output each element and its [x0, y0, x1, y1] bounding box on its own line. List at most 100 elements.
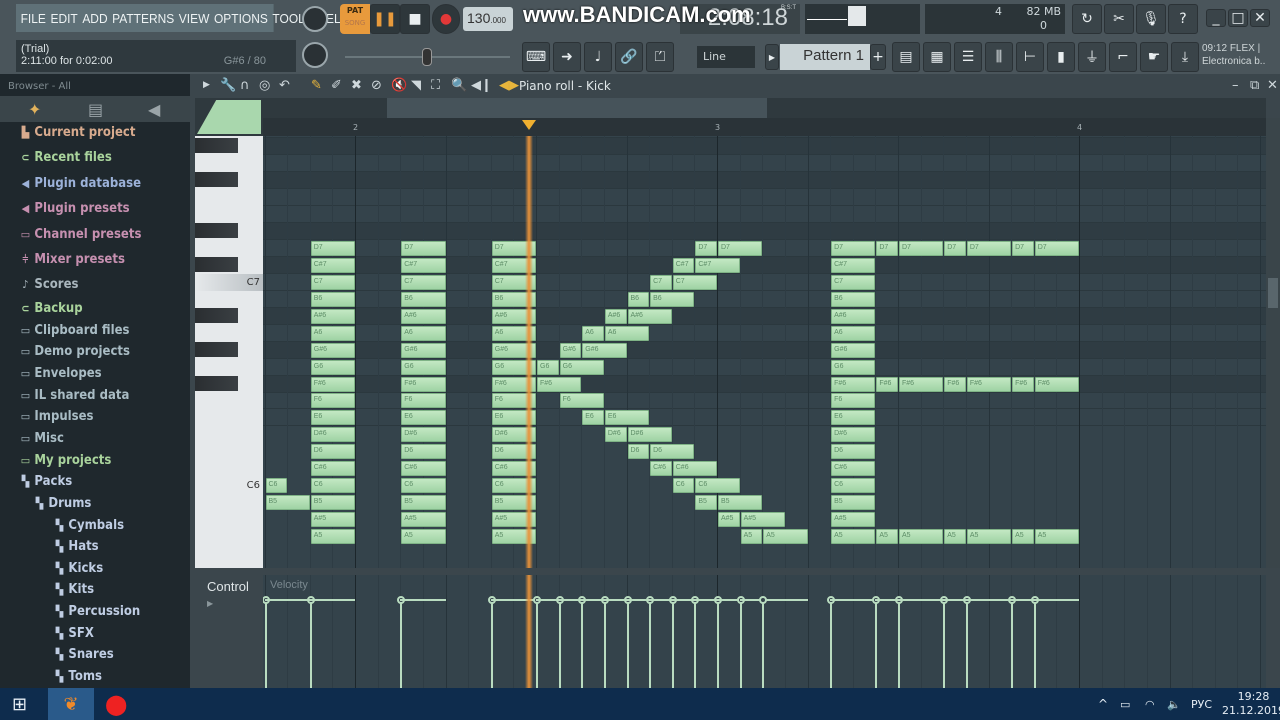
minimize-button[interactable]: _ [1206, 9, 1226, 27]
note[interactable]: F#6 [401, 376, 446, 392]
browser-item-demo-projects[interactable]: ▭ Demo projects [20, 344, 130, 359]
browser-item-scores[interactable]: ♪ Scores [20, 277, 78, 292]
link-button[interactable]: 🔗 [615, 42, 643, 72]
timeline-ruler[interactable]: 2 3 4 [263, 118, 1266, 136]
windows-start-icon[interactable]: ⊞ [12, 688, 27, 720]
black-key[interactable] [195, 256, 238, 272]
browser-item-hats[interactable]: ▚ Hats [54, 539, 99, 554]
menu-options[interactable]: OPTIONS [214, 11, 268, 26]
note[interactable]: G6 [310, 359, 355, 375]
note[interactable]: E6 [604, 410, 650, 426]
note[interactable]: A#5 [401, 512, 446, 528]
note[interactable]: C6 [831, 478, 876, 494]
note[interactable]: A5 [1012, 528, 1034, 544]
velocity-stem[interactable] [875, 599, 878, 688]
note[interactable]: D#6 [310, 427, 355, 443]
browser-item-cymbals[interactable]: ▚ Cymbals [54, 518, 124, 533]
slice-icon[interactable]: ◥ [411, 78, 421, 93]
note[interactable]: A#6 [604, 308, 627, 324]
note[interactable]: D7 [1012, 241, 1034, 256]
playhead[interactable] [525, 575, 534, 688]
pr-minimize-icon[interactable]: – [1232, 78, 1239, 93]
typing-keyboard-button[interactable]: ⌨ [522, 42, 550, 72]
note[interactable]: A#6 [310, 308, 355, 324]
note[interactable]: D7 [831, 241, 876, 256]
note[interactable]: A#6 [627, 308, 672, 324]
note[interactable]: D6 [401, 444, 446, 460]
browser-item-current-project[interactable]: ▙ Current project [20, 125, 136, 140]
note[interactable]: B5 [831, 495, 876, 511]
note[interactable]: F6 [559, 393, 604, 409]
note[interactable]: D6 [627, 444, 650, 460]
vertical-scrollbar[interactable] [1266, 118, 1280, 568]
black-key[interactable] [195, 307, 238, 323]
note[interactable]: C#7 [672, 257, 695, 273]
browser-item-recent-files[interactable]: ⊂ Recent files [20, 150, 112, 165]
note[interactable]: C#6 [831, 461, 876, 477]
note[interactable]: C6 [265, 478, 288, 494]
note[interactable]: A6 [604, 325, 650, 341]
note[interactable]: A#6 [401, 308, 446, 324]
pr-restore-icon[interactable]: ⧉ [1250, 78, 1259, 93]
white-key[interactable] [195, 325, 263, 342]
note[interactable]: G#6 [310, 342, 355, 358]
playback-icon[interactable]: ◀❙ [471, 78, 492, 93]
black-key[interactable] [195, 172, 238, 188]
browser-file-icon[interactable]: ▤ [88, 100, 103, 119]
cut-button[interactable]: ✂ [1104, 4, 1134, 34]
note[interactable]: C7 [650, 274, 672, 290]
maximize-button[interactable]: □ [1228, 9, 1248, 27]
browser-item-clipboard-files[interactable]: ▭ Clipboard files [20, 323, 130, 338]
mute-tool-icon[interactable]: ⊘ [371, 78, 382, 93]
note[interactable]: F#6 [537, 376, 582, 392]
note[interactable]: B6 [310, 291, 355, 307]
note[interactable]: G6 [559, 359, 604, 375]
menu-patterns[interactable]: PATTERNS [112, 11, 174, 26]
playhead-marker[interactable] [522, 120, 537, 130]
pattern-selector[interactable]: Pattern 1 [780, 44, 870, 70]
note[interactable]: E6 [831, 410, 876, 426]
velocity-stem[interactable] [626, 599, 629, 688]
news-panel[interactable]: 09:12 FLEX | Electronica b.. [1202, 42, 1272, 72]
note[interactable]: A5 [310, 528, 355, 544]
note[interactable]: F#6 [899, 376, 944, 392]
browser-item-impulses[interactable]: ▭ Impulses [20, 409, 94, 424]
note[interactable]: D7 [695, 241, 717, 256]
tray-chevron-icon[interactable]: ^ [1098, 688, 1108, 720]
note[interactable]: D7 [876, 241, 898, 256]
velocity-stem[interactable] [965, 599, 968, 688]
white-key[interactable] [195, 359, 263, 376]
velocity-stem[interactable] [943, 599, 946, 688]
note[interactable]: A5 [831, 528, 876, 544]
touch-controller-button[interactable]: ⌐ [1109, 42, 1137, 72]
note[interactable]: C6 [672, 478, 695, 494]
note[interactable]: F6 [401, 393, 446, 409]
velocity-stem[interactable] [1033, 599, 1036, 688]
note[interactable]: A6 [401, 325, 446, 341]
browser-item-packs[interactable]: ▚ Packs [20, 474, 73, 489]
note[interactable]: C7 [831, 274, 876, 290]
velocity-stem[interactable] [558, 599, 561, 688]
note[interactable]: A5 [1034, 528, 1079, 544]
note[interactable]: A#6 [831, 308, 876, 324]
zoom-icon[interactable]: 🔍 [451, 78, 467, 93]
project-button[interactable]: ▮ [1047, 42, 1075, 72]
velocity-stem[interactable] [1011, 599, 1014, 688]
velocity-pane[interactable] [263, 575, 1266, 688]
piano-keyboard[interactable]: C7 C6 [195, 136, 263, 568]
note[interactable]: A#5 [831, 512, 876, 528]
velocity-stem[interactable] [490, 599, 493, 688]
menu-view[interactable]: VIEW [179, 11, 210, 26]
velocity-stem[interactable] [536, 599, 538, 688]
control-target[interactable]: Velocity [270, 579, 308, 591]
close-button[interactable]: ✕ [1250, 9, 1270, 27]
velocity-stem[interactable] [717, 599, 719, 688]
pencil-icon[interactable]: ✎ [311, 78, 322, 93]
velocity-stem[interactable] [309, 599, 312, 688]
snap-select[interactable]: Line [697, 46, 755, 68]
velocity-stem[interactable] [400, 599, 403, 688]
note[interactable]: F#6 [944, 376, 966, 392]
note[interactable]: A#5 [718, 512, 740, 528]
white-key[interactable] [195, 291, 263, 308]
note[interactable]: A#5 [310, 512, 355, 528]
